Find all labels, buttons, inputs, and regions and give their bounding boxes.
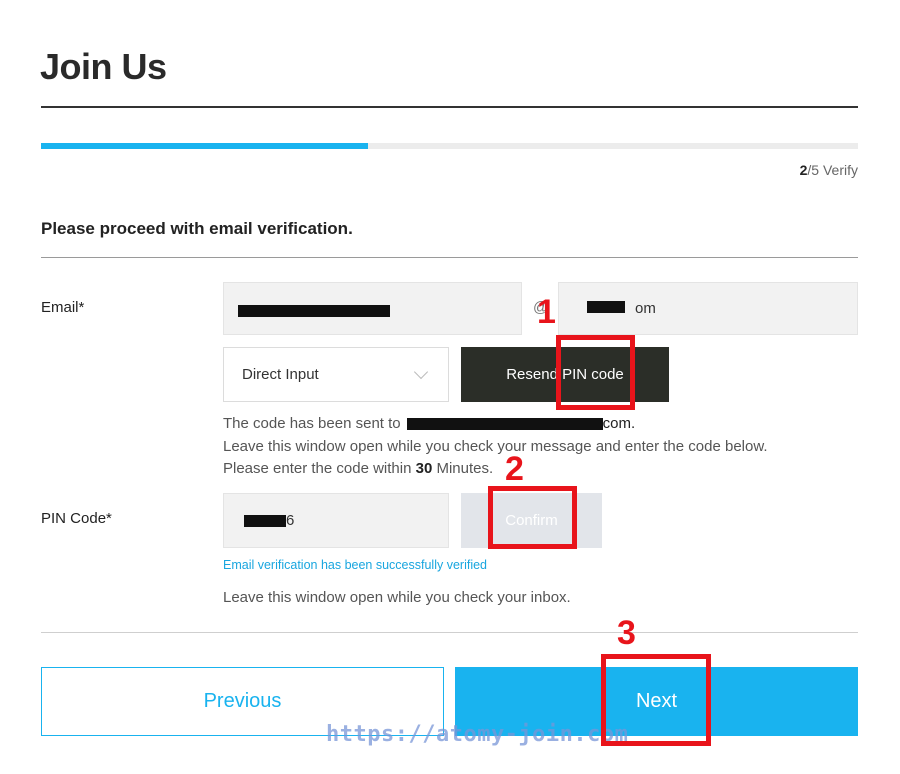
redacted-mask — [238, 305, 390, 317]
pin-code-value: 6 — [286, 512, 295, 529]
code-sent-prefix: The code has been sent to — [223, 415, 401, 432]
email-label: Email* — [41, 299, 85, 316]
email-domain-select-value: Direct Input — [242, 366, 319, 383]
page-title: Join Us — [40, 46, 167, 87]
redacted-mask — [406, 418, 603, 431]
inbox-note: Leave this window open while you check y… — [223, 589, 571, 606]
verification-success-message: Email verification has been successfully… — [223, 558, 488, 572]
annotation-box-3 — [601, 654, 711, 746]
section-heading: Please proceed with email verification. — [41, 219, 353, 238]
email-local-input[interactable] — [223, 282, 522, 335]
section-divider — [41, 257, 858, 258]
redacted-mask — [587, 301, 625, 313]
progress-bar-fill — [41, 143, 368, 149]
time-limit-message: Please enter the code within 30 Minutes. — [223, 460, 493, 477]
annotation-number-2: 2 — [505, 450, 524, 488]
footer-divider — [41, 632, 858, 633]
progress-bar — [41, 143, 858, 149]
pin-label: PIN Code* — [41, 510, 112, 527]
watermark: https://atomy-join.com — [326, 722, 629, 747]
annotation-box-2 — [488, 486, 577, 549]
annotation-number-1: 1 — [537, 293, 556, 331]
time-limit-suffix: Minutes. — [436, 460, 494, 477]
annotation-box-1 — [556, 335, 635, 410]
email-domain-value: om — [635, 300, 656, 317]
time-limit-prefix: Please enter the code within — [223, 460, 412, 477]
annotation-number-3: 3 — [617, 614, 636, 652]
step-total: /5 Verify — [807, 162, 858, 178]
email-domain-select[interactable]: Direct Input — [223, 347, 449, 402]
email-domain-input[interactable]: om — [558, 282, 858, 335]
redacted-mask — [244, 515, 286, 527]
pin-code-input[interactable]: 6 — [223, 493, 449, 548]
code-sent-suffix: com. — [602, 415, 636, 432]
code-sent-message: The code has been sent to com. — [223, 415, 635, 432]
open-window-message: Leave this window open while you check y… — [223, 438, 768, 455]
title-divider — [41, 106, 858, 108]
time-limit-value: 30 — [415, 460, 433, 477]
chevron-down-icon — [413, 364, 429, 380]
step-indicator: 2/5 Verify — [800, 162, 858, 178]
